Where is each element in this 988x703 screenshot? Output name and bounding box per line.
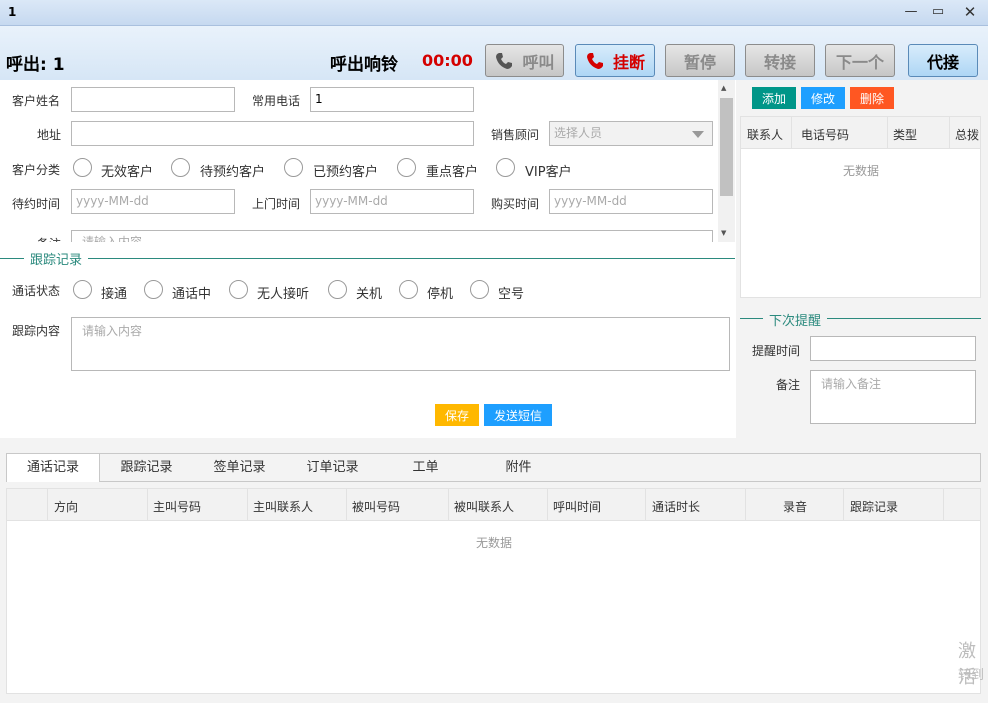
reminder-time-input[interactable] <box>810 336 976 361</box>
tab-call-records[interactable]: 通话记录 <box>7 454 100 482</box>
status-radio-suspended[interactable] <box>399 280 418 299</box>
records-col-header: 录音 <box>783 500 808 514</box>
tracking-divider <box>0 258 735 259</box>
category-label: 客户分类 <box>12 163 61 177</box>
phone-input[interactable]: 1 <box>310 87 474 112</box>
tab-contract-records[interactable]: 签单记录 <box>193 454 286 481</box>
reminder-section-title: 下次提醒 <box>763 310 828 329</box>
note-label: 备注 <box>37 235 61 242</box>
category-option: 待预约客户 <box>200 165 266 180</box>
save-button[interactable]: 保存 <box>435 404 479 426</box>
status-option: 停机 <box>427 287 454 302</box>
records-col-header: 呼叫时间 <box>553 500 602 514</box>
contacts-col-header: 类型 <box>893 128 918 142</box>
records-col-header: 被叫联系人 <box>454 500 515 514</box>
scroll-up-icon[interactable]: ▲ <box>721 84 726 92</box>
status-option: 接通 <box>101 287 128 302</box>
appointment-time-label: 待约时间 <box>12 197 61 211</box>
minimize-icon[interactable]: — <box>898 2 924 22</box>
tab-order-records[interactable]: 订单记录 <box>286 454 379 481</box>
records-col-header: 主叫联系人 <box>253 500 314 514</box>
status-option: 通话中 <box>172 287 212 302</box>
contacts-col-header: 联系人 <box>747 128 784 142</box>
sales-advisor-select[interactable]: 选择人员 <box>549 121 713 146</box>
tracking-section-title: 跟踪记录 <box>24 249 89 268</box>
category-radio-vip[interactable] <box>496 158 515 177</box>
status-option: 空号 <box>498 287 525 302</box>
call-count-label: 呼出: 1 <box>6 55 65 75</box>
status-radio-no-answer[interactable] <box>229 280 248 299</box>
note-input[interactable]: 请输入内容 <box>71 230 713 242</box>
add-contact-button[interactable]: 添加 <box>752 87 796 109</box>
customer-name-input[interactable] <box>71 87 235 112</box>
activation-watermark-sub: 转到 <box>958 668 985 683</box>
category-option: VIP客户 <box>525 165 572 180</box>
tracking-content-label: 跟踪内容 <box>12 324 61 338</box>
category-radio-invalid[interactable] <box>73 158 92 177</box>
window-title: 1 <box>8 5 17 19</box>
status-option: 关机 <box>356 287 383 302</box>
tab-attachments[interactable]: 附件 <box>472 454 565 481</box>
records-empty-text: 无数据 <box>476 536 513 550</box>
category-radio-pending[interactable] <box>171 158 190 177</box>
phone-label: 常用电话 <box>252 94 301 108</box>
category-option: 已预约客户 <box>313 165 379 180</box>
pause-button[interactable]: 暂停 <box>665 44 735 77</box>
customer-name-label: 客户姓名 <box>12 94 61 108</box>
records-col-header: 被叫号码 <box>352 500 401 514</box>
maximize-icon[interactable]: ▭ <box>925 2 951 22</box>
call-timer: 00:00 <box>422 51 473 70</box>
reminder-note-label: 备注 <box>776 378 801 392</box>
status-radio-powered-off[interactable] <box>328 280 347 299</box>
status-radio-connected[interactable] <box>73 280 92 299</box>
status-option: 无人接听 <box>257 287 310 302</box>
address-label: 地址 <box>37 128 62 142</box>
send-sms-button[interactable]: 发送短信 <box>484 404 552 426</box>
form-scrollbar-thumb[interactable] <box>720 98 733 196</box>
status-radio-in-call[interactable] <box>144 280 163 299</box>
category-option: 无效客户 <box>101 165 154 180</box>
next-button[interactable]: 下一个 <box>825 44 895 77</box>
category-radio-key[interactable] <box>397 158 416 177</box>
purchase-time-input[interactable]: yyyy-MM-dd <box>549 189 713 214</box>
reminder-note-textarea[interactable]: 请输入备注 <box>810 370 976 424</box>
category-radio-booked[interactable] <box>284 158 303 177</box>
records-col-header: 通话时长 <box>652 500 701 514</box>
hangup-button[interactable]: 挂断 <box>575 44 655 77</box>
edit-contact-button[interactable]: 修改 <box>801 87 845 109</box>
status-radio-empty-number[interactable] <box>470 280 489 299</box>
close-icon[interactable]: ✕ <box>957 2 983 22</box>
reminder-time-label: 提醒时间 <box>752 344 801 358</box>
caret-down-icon <box>692 131 704 138</box>
call-status-label: 呼出响铃 <box>330 55 398 75</box>
contacts-col-header: 电话号码 <box>801 128 850 142</box>
delete-contact-button[interactable]: 删除 <box>850 87 894 109</box>
customer-form: 客户姓名 常用电话 1 地址 销售顾问 选择人员 客户分类 无效客户 待预约客户… <box>0 80 718 242</box>
phone-icon <box>496 52 513 69</box>
purchase-time-label: 购买时间 <box>491 197 540 211</box>
sales-advisor-label: 销售顾问 <box>491 128 540 142</box>
tab-tracking-records[interactable]: 跟踪记录 <box>100 454 193 481</box>
appointment-time-input[interactable]: yyyy-MM-dd <box>71 189 235 214</box>
visit-time-input[interactable]: yyyy-MM-dd <box>310 189 474 214</box>
tab-work-orders[interactable]: 工单 <box>379 454 472 481</box>
address-input[interactable] <box>71 121 474 146</box>
scroll-down-icon[interactable]: ▼ <box>721 229 726 237</box>
title-bar: 1 — ▭ ✕ <box>0 0 988 26</box>
contacts-empty-text: 无数据 <box>843 164 880 178</box>
records-col-header: 主叫号码 <box>153 500 202 514</box>
hangup-phone-icon <box>586 52 603 69</box>
call-records-table: 方向 主叫号码 主叫联系人 被叫号码 被叫联系人 呼叫时间 通话时长 录音 跟踪… <box>6 488 981 694</box>
category-option: 重点客户 <box>426 165 479 180</box>
contacts-table: 联系人 电话号码 类型 总拨 无数据 <box>740 116 981 298</box>
contacts-col-header: 总拨 <box>955 128 980 142</box>
call-status-field-label: 通话状态 <box>12 284 61 298</box>
tracking-content-textarea[interactable]: 请输入内容 <box>71 317 730 371</box>
transfer-button[interactable]: 转接 <box>745 44 815 77</box>
records-col-header: 方向 <box>54 500 79 514</box>
records-col-header: 跟踪记录 <box>850 500 899 514</box>
call-button[interactable]: 呼叫 <box>485 44 564 77</box>
proxy-answer-button[interactable]: 代接 <box>908 44 978 77</box>
visit-time-label: 上门时间 <box>252 197 301 211</box>
